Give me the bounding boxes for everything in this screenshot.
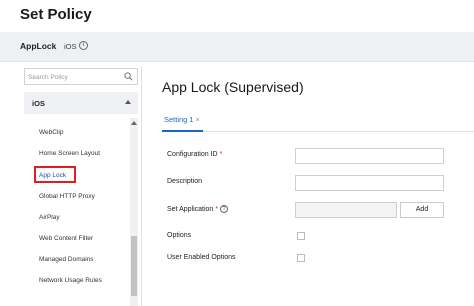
info-icon[interactable]: i	[79, 41, 88, 50]
search-input[interactable]	[28, 71, 124, 83]
selection-highlight	[34, 166, 76, 183]
add-application-button[interactable]: Add	[400, 202, 444, 218]
set-application-field	[295, 202, 397, 222]
sidebar-item-web-content-filter[interactable]: Web Content Filter	[39, 235, 93, 242]
sidebar-item-global-http-proxy[interactable]: Global HTTP Proxy	[39, 193, 95, 200]
configuration-id-label: Configuration ID *	[167, 151, 222, 158]
tab-label: Setting 1	[164, 115, 194, 124]
platform-label: iOS	[64, 42, 77, 51]
field-label-text: Configuration ID	[167, 151, 218, 158]
options-checkbox[interactable]	[297, 232, 305, 240]
set-application-label: Set Application *?	[167, 205, 229, 213]
search-box	[24, 68, 138, 85]
scroll-up-icon[interactable]	[131, 121, 137, 125]
sidebar-scrollbar[interactable]	[130, 118, 138, 306]
page-title: Set Policy	[20, 6, 92, 23]
scrollbar-thumb[interactable]	[131, 236, 137, 296]
sidebar-item-managed-domains[interactable]: Managed Domains	[39, 256, 94, 263]
required-mark: *	[215, 205, 219, 213]
sidebar-item-home-screen-layout[interactable]: Home Screen Layout	[39, 150, 100, 157]
user-enabled-options-checkbox[interactable]	[297, 254, 305, 262]
configuration-id-field	[295, 148, 444, 168]
group-header-ios[interactable]: iOS	[24, 92, 138, 114]
section-heading: App Lock (Supervised)	[162, 79, 304, 95]
user-enabled-options-label: User Enabled Options	[167, 254, 236, 261]
set-application-input[interactable]	[296, 207, 396, 222]
field-label-text: Set Application	[167, 205, 214, 213]
required-mark: *	[219, 151, 223, 158]
group-label: iOS	[32, 99, 45, 108]
settings-tabs: Setting 1 ×	[162, 112, 474, 132]
description-input[interactable]	[296, 180, 443, 195]
description-field	[295, 175, 444, 195]
options-label: Options	[167, 232, 192, 239]
sidebar-item-network-usage-rules[interactable]: Network Usage Rules	[39, 277, 102, 284]
app-name: AppLock	[20, 41, 57, 51]
tab-setting-1[interactable]: Setting 1 ×	[162, 112, 203, 132]
policy-subheader: AppLock iOS i	[0, 32, 474, 62]
sidebar-item-airplay[interactable]: AirPlay	[39, 214, 60, 221]
description-label: Description	[167, 178, 203, 185]
policy-sidebar: iOS WebClip Home Screen Layout App Lock …	[24, 66, 142, 306]
search-icon[interactable]	[124, 72, 133, 81]
configuration-id-input[interactable]	[296, 153, 443, 168]
close-icon[interactable]: ×	[196, 117, 200, 124]
chevron-up-icon	[125, 100, 131, 104]
help-icon[interactable]: ?	[220, 205, 229, 213]
sidebar-item-webclip[interactable]: WebClip	[39, 129, 63, 136]
